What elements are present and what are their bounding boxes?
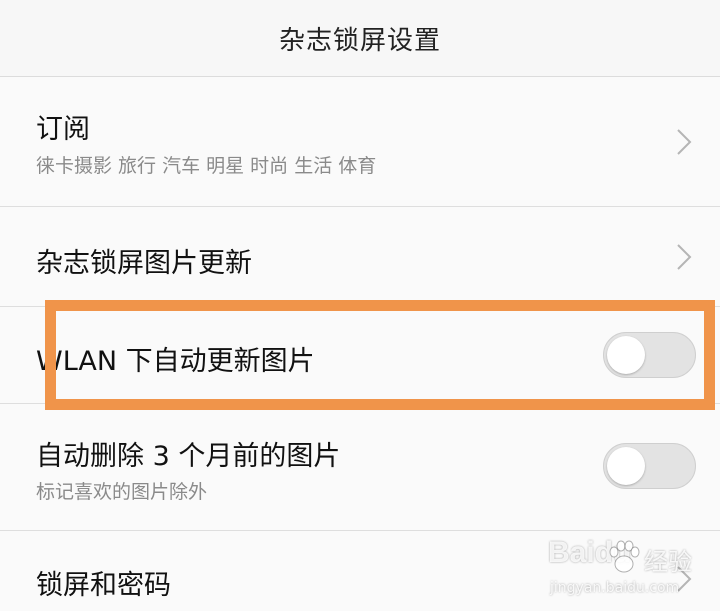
row-subtitle: 徕卡摄影 旅行 汽车 明星 时尚 生活 体育 [36, 155, 377, 177]
wlan-update-toggle[interactable] [603, 332, 696, 378]
row-title: 自动删除 3 个月前的图片 [36, 441, 341, 472]
settings-row-image-update[interactable]: 杂志锁屏图片更新 [0, 207, 720, 307]
app-header: 杂志锁屏设置 [0, 0, 720, 77]
watermark-url: jingyan.baidu.com [550, 580, 680, 596]
settings-row-subscribe[interactable]: 订阅 徕卡摄影 旅行 汽车 明星 时尚 生活 体育 [0, 77, 720, 207]
toggle-knob [607, 336, 645, 374]
chevron-right-icon [676, 128, 692, 156]
row-title: WLAN 下自动更新图片 [36, 346, 315, 377]
settings-row-wlan-update: WLAN 下自动更新图片 [0, 307, 720, 404]
baidu-watermark: Baidu 经验 jingyan.baidu.com [548, 536, 708, 606]
auto-delete-toggle[interactable] [603, 443, 696, 489]
page-title: 杂志锁屏设置 [278, 25, 441, 56]
row-title: 订阅 [36, 114, 90, 145]
row-title: 杂志锁屏图片更新 [36, 248, 252, 279]
row-title: 锁屏和密码 [36, 570, 171, 601]
row-subtitle: 标记喜欢的图片除外 [36, 481, 208, 503]
toggle-knob [607, 447, 645, 485]
paw-icon [608, 540, 640, 578]
watermark-text: 经验 [644, 548, 692, 576]
chevron-right-icon [676, 243, 692, 271]
settings-row-auto-delete: 自动删除 3 个月前的图片 标记喜欢的图片除外 [0, 404, 720, 531]
